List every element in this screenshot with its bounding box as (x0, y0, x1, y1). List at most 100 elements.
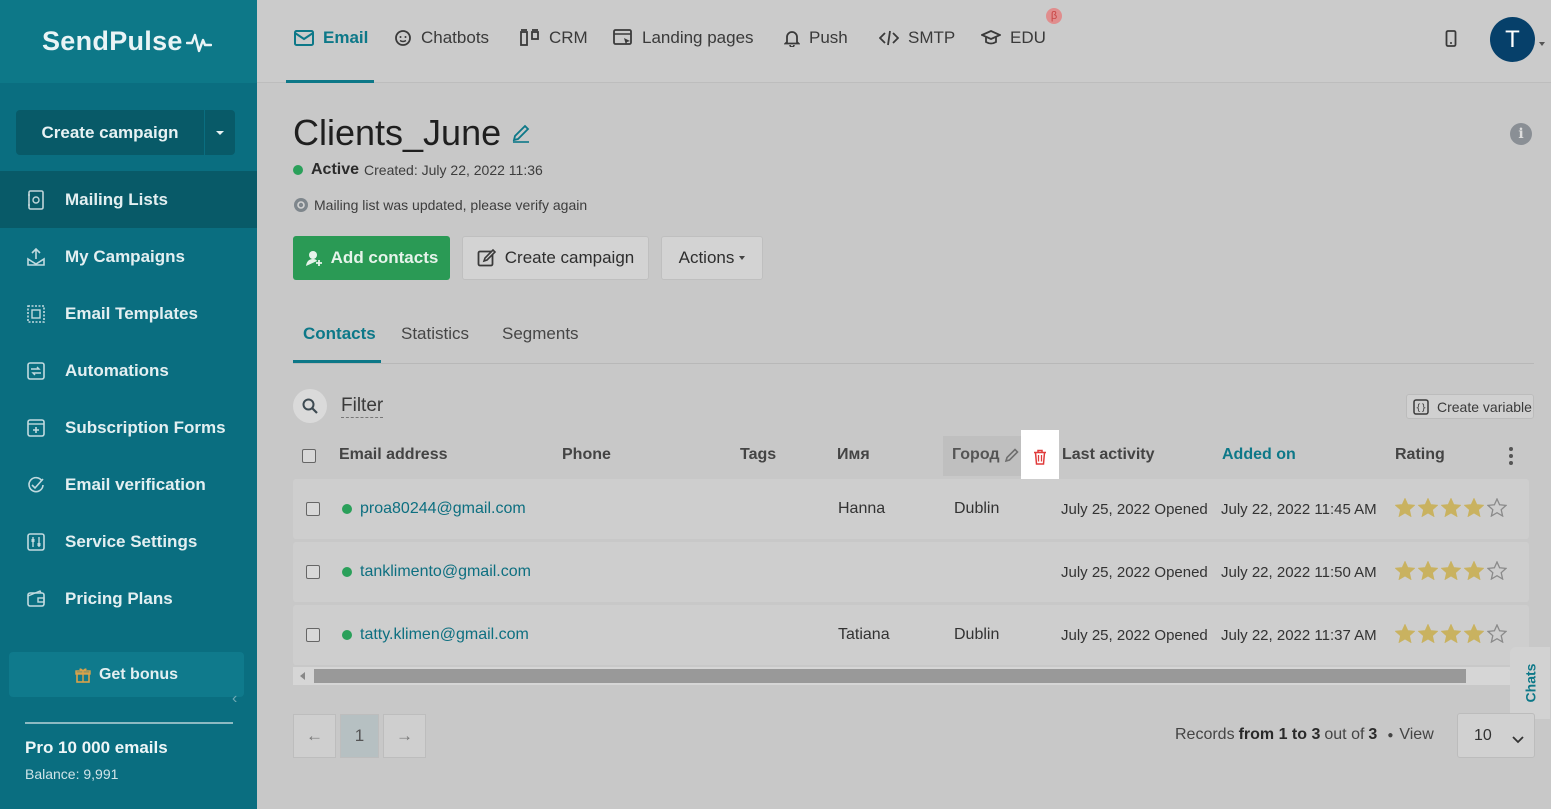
list-status: Active Created: July 22, 2022 11:36 (293, 161, 543, 179)
row-checkbox[interactable] (306, 565, 320, 579)
star-filled-icon[interactable] (1441, 498, 1461, 517)
sidebar-item-email-templates[interactable]: Email Templates (0, 285, 257, 342)
tab-label: Chatbots (421, 28, 490, 47)
logo-text: SendPulse (42, 26, 183, 56)
status-dot (342, 504, 352, 514)
tab-contacts[interactable]: Contacts (303, 324, 376, 344)
sidebar-item-subscription-forms[interactable]: Subscription Forms (0, 399, 257, 456)
contact-email[interactable]: proa80244@gmail.com (342, 500, 526, 518)
more-options-icon[interactable] (1509, 447, 1513, 465)
row-checkbox[interactable] (306, 628, 320, 642)
table-row[interactable]: tatty.klimen@gmail.com Tatiana Dublin Ju… (293, 605, 1529, 665)
tab-email[interactable]: Email (294, 28, 368, 48)
mobile-app-icon[interactable] (1445, 30, 1457, 53)
star-filled-icon[interactable] (1441, 561, 1461, 580)
delete-column-button[interactable] (1021, 430, 1059, 484)
sidebar-item-label: Automations (65, 360, 169, 380)
star-filled-icon[interactable] (1464, 624, 1484, 643)
page-size-value: 10 (1474, 726, 1492, 744)
create-campaign-button[interactable]: Create campaign (16, 110, 205, 155)
sidebar-item-label: Service Settings (65, 531, 198, 551)
chats-tab[interactable]: Chats (1510, 647, 1550, 719)
scroll-left-icon[interactable] (300, 672, 305, 680)
column-header-rating[interactable]: Rating (1395, 446, 1445, 464)
page-button-current[interactable]: 1 (340, 714, 379, 758)
table-row[interactable]: proa80244@gmail.com Hanna Dublin July 25… (293, 479, 1529, 539)
tab-landing-pages[interactable]: Landing pages (613, 28, 754, 48)
info-icon[interactable]: i (1510, 123, 1532, 145)
star-filled-icon[interactable] (1395, 498, 1415, 517)
search-button[interactable] (293, 389, 327, 423)
added-on: July 22, 2022 11:37 AM (1221, 627, 1377, 644)
graduation-cap-icon (981, 29, 1001, 47)
plan-name: Pro 10 000 emails (25, 738, 168, 757)
sidebar-item-automations[interactable]: Automations (0, 342, 257, 399)
row-checkbox[interactable] (306, 502, 320, 516)
edit-icon (477, 248, 497, 268)
select-all-checkbox[interactable] (302, 449, 316, 463)
column-header-phone[interactable]: Phone (562, 446, 611, 464)
add-user-icon (305, 249, 323, 267)
star-filled-icon[interactable] (1395, 561, 1415, 580)
settings-icon (25, 531, 47, 553)
tabs-divider (293, 363, 1534, 364)
column-header-name[interactable]: Имя (837, 446, 870, 464)
automations-icon (25, 360, 47, 382)
column-header-city[interactable]: Город (952, 446, 1000, 464)
star-filled-icon[interactable] (1395, 624, 1415, 643)
tab-push[interactable]: Push (784, 28, 848, 48)
star-filled-icon[interactable] (1418, 498, 1438, 517)
gift-icon (75, 667, 91, 683)
tab-smtp[interactable]: SMTP (879, 28, 955, 48)
logo[interactable]: SendPulse (42, 26, 212, 57)
tab-chatbots[interactable]: Chatbots (394, 28, 489, 48)
collapse-sidebar-icon[interactable]: ‹ (232, 690, 237, 708)
forms-icon (25, 417, 47, 439)
tab-statistics[interactable]: Statistics (401, 324, 469, 344)
create-campaign-button[interactable]: Create campaign (462, 236, 649, 280)
pencil-icon[interactable] (511, 123, 531, 143)
prev-page-button[interactable]: ← (293, 714, 336, 758)
star-empty-icon[interactable] (1487, 498, 1507, 517)
column-header-email[interactable]: Email address (339, 446, 448, 464)
tab-edu[interactable]: EDU (981, 28, 1046, 48)
tab-crm[interactable]: CRM (520, 28, 588, 48)
avatar[interactable]: T (1490, 17, 1535, 62)
scrollbar-thumb[interactable] (314, 669, 1466, 683)
sidebar-item-my-campaigns[interactable]: My Campaigns (0, 228, 257, 285)
tab-segments[interactable]: Segments (502, 324, 579, 344)
create-variable-button[interactable]: {} Create variable (1406, 394, 1534, 419)
chevron-down-icon[interactable] (1539, 42, 1545, 46)
table-row[interactable]: tanklimento@gmail.com July 25, 2022 Open… (293, 542, 1529, 602)
star-filled-icon[interactable] (1418, 561, 1438, 580)
sidebar-item-label: Email verification (65, 474, 206, 494)
trash-icon (1034, 449, 1046, 465)
get-bonus-button[interactable]: Get bonus (9, 652, 244, 697)
filter-link[interactable]: Filter (341, 395, 384, 418)
column-header-last-activity[interactable]: Last activity (1062, 446, 1154, 464)
star-empty-icon[interactable] (1487, 624, 1507, 643)
create-campaign-dropdown[interactable] (205, 110, 235, 155)
sidebar-item-pricing-plans[interactable]: Pricing Plans (0, 570, 257, 627)
contact-email[interactable]: tanklimento@gmail.com (342, 563, 531, 581)
sidebar-item-label: My Campaigns (65, 246, 185, 266)
actions-dropdown[interactable]: Actions (661, 236, 763, 280)
star-filled-icon[interactable] (1464, 561, 1484, 580)
star-filled-icon[interactable] (1464, 498, 1484, 517)
sidebar-item-email-verification[interactable]: Email verification (0, 456, 257, 513)
pricing-icon (25, 588, 47, 610)
star-empty-icon[interactable] (1487, 561, 1507, 580)
sidebar-item-mailing-lists[interactable]: Mailing Lists (0, 171, 257, 228)
created-date: Created: July 22, 2022 11:36 (364, 162, 543, 178)
star-filled-icon[interactable] (1441, 624, 1461, 643)
star-filled-icon[interactable] (1418, 624, 1438, 643)
add-contacts-button[interactable]: Add contacts (293, 236, 450, 280)
pencil-icon[interactable] (1004, 447, 1020, 468)
contact-email[interactable]: tatty.klimen@gmail.com (342, 626, 529, 644)
page-size-select[interactable]: 10 (1457, 713, 1535, 758)
sidebar-item-service-settings[interactable]: Service Settings (0, 513, 257, 570)
next-page-button[interactable]: → (383, 714, 426, 758)
last-activity: July 25, 2022 Opened (1061, 564, 1208, 581)
column-header-tags[interactable]: Tags (740, 446, 776, 464)
column-header-added-on[interactable]: Added on (1222, 446, 1296, 464)
